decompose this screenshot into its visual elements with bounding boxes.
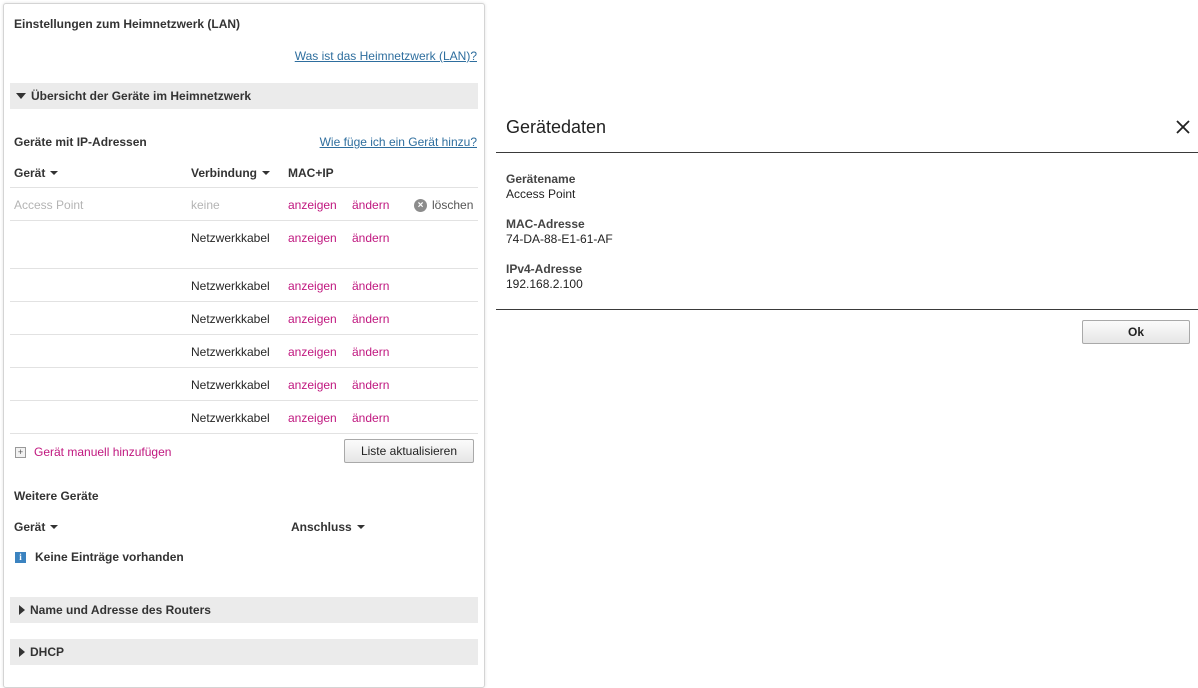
device-name-label: Gerätename (506, 172, 576, 186)
divider (10, 433, 478, 434)
refresh-list-button[interactable]: Liste aktualisieren (344, 439, 474, 463)
caret-down-icon (262, 171, 270, 175)
section-router-header[interactable]: Name und Adresse des Routers (10, 597, 478, 623)
table-row: Netzwerkkabel anzeigen ändern (10, 269, 478, 301)
delete-label: löschen (432, 198, 474, 212)
table-row: Netzwerkkabel anzeigen ändern (10, 335, 478, 367)
edit-link[interactable]: ändern (352, 312, 389, 326)
column-header-connection[interactable]: Verbindung (191, 166, 270, 180)
info-icon: i (15, 551, 26, 563)
device-connection: Netzwerkkabel (191, 345, 270, 359)
close-circle-icon: × (414, 198, 427, 212)
no-entries-text: Keine Einträge vorhanden (35, 550, 184, 564)
table-row: Netzwerkkabel anzeigen ändern (10, 368, 478, 400)
delete-link[interactable]: × löschen (414, 198, 473, 212)
triangle-right-icon (19, 647, 25, 657)
ok-button[interactable]: Ok (1082, 320, 1190, 344)
ip-devices-heading: Geräte mit IP-Adressen (14, 135, 147, 149)
column-header-port-label: Anschluss (291, 520, 352, 534)
edit-link[interactable]: ändern (352, 378, 389, 392)
more-devices-heading: Weitere Geräte (14, 489, 99, 503)
show-link[interactable]: anzeigen (288, 312, 337, 326)
column-header-connection-label: Verbindung (191, 166, 257, 180)
edit-link[interactable]: ändern (352, 411, 389, 425)
divider (496, 152, 1198, 153)
column-header-device-more-label: Gerät (14, 520, 46, 534)
panel-title: Einstellungen zum Heimnetzwerk (LAN) (14, 17, 241, 31)
device-name-value: Access Point (506, 187, 576, 201)
device-connection: keine (191, 198, 220, 212)
show-link[interactable]: anzeigen (288, 411, 337, 425)
section-dhcp-label: DHCP (30, 645, 65, 659)
caret-down-icon (50, 171, 59, 175)
edit-link[interactable]: ändern (352, 279, 389, 293)
ipv4-address-label: IPv4-Adresse (506, 262, 583, 276)
show-link[interactable]: anzeigen (288, 378, 337, 392)
edit-link[interactable]: ändern (352, 345, 389, 359)
help-link-lan[interactable]: Was ist das Heimnetzwerk (LAN)? (295, 49, 477, 63)
table-row: Netzwerkkabel anzeigen ändern (10, 221, 478, 268)
show-link[interactable]: anzeigen (288, 279, 337, 293)
add-device-manual[interactable]: + Gerät manuell hinzufügen (15, 445, 171, 459)
divider (496, 309, 1198, 310)
column-header-macip: MAC+IP (288, 166, 334, 180)
no-entries-notice: i Keine Einträge vorhanden (15, 550, 184, 564)
column-header-device-label: Gerät (14, 166, 46, 180)
column-header-macip-label: MAC+IP (288, 166, 334, 180)
show-link[interactable]: anzeigen (288, 345, 337, 359)
edit-link[interactable]: ändern (352, 198, 389, 212)
section-dhcp-header[interactable]: DHCP (10, 639, 478, 665)
mac-address-value: 74-DA-88-E1-61-AF (506, 232, 613, 246)
section-overview-label: Übersicht der Geräte im Heimnetzwerk (31, 89, 252, 103)
plus-icon: + (15, 446, 26, 458)
section-overview-header[interactable]: Übersicht der Geräte im Heimnetzwerk (10, 83, 478, 109)
mac-address-label: MAC-Adresse (506, 217, 585, 231)
column-header-device-more[interactable]: Gerät (14, 520, 59, 534)
add-device-manual-link[interactable]: Gerät manuell hinzufügen (34, 445, 171, 459)
device-connection: Netzwerkkabel (191, 231, 270, 245)
column-header-port[interactable]: Anschluss (291, 520, 365, 534)
triangle-down-icon (16, 93, 26, 99)
column-header-device[interactable]: Gerät (14, 166, 59, 180)
caret-down-icon (50, 525, 59, 529)
triangle-right-icon (19, 605, 25, 615)
show-link[interactable]: anzeigen (288, 198, 337, 212)
dialog-title: Gerätedaten (506, 117, 607, 137)
device-connection: Netzwerkkabel (191, 312, 270, 326)
close-icon[interactable] (1174, 118, 1192, 136)
section-router-label: Name und Adresse des Routers (30, 603, 211, 617)
edit-link[interactable]: ändern (352, 231, 389, 245)
table-row: Netzwerkkabel anzeigen ändern (10, 302, 478, 334)
table-row: Netzwerkkabel anzeigen ändern (10, 401, 478, 433)
caret-down-icon (356, 525, 365, 529)
device-connection: Netzwerkkabel (191, 378, 270, 392)
ipv4-address-value: 192.168.2.100 (506, 277, 583, 291)
device-name: Access Point (14, 198, 84, 212)
device-connection: Netzwerkkabel (191, 411, 270, 425)
device-connection: Netzwerkkabel (191, 279, 270, 293)
lan-settings-panel: Einstellungen zum Heimnetzwerk (LAN) Was… (3, 3, 485, 688)
help-link-add-device[interactable]: Wie füge ich ein Gerät hinzu? (320, 135, 477, 149)
table-row: Access Point keine anzeigen ändern × lös… (10, 188, 478, 220)
show-link[interactable]: anzeigen (288, 231, 337, 245)
